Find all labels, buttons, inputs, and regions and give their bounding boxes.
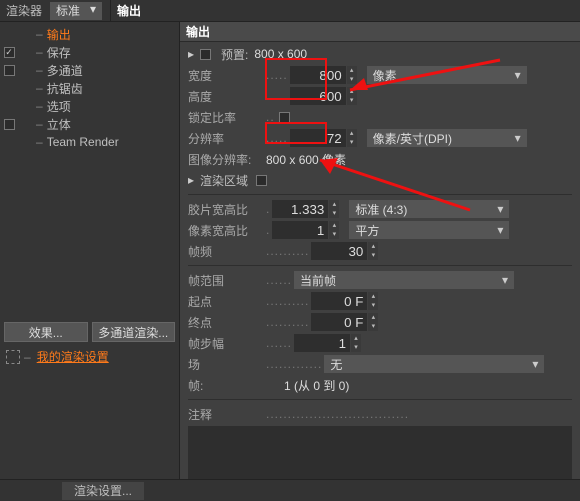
res-label: 分辨率	[188, 130, 264, 147]
fps-input[interactable]	[311, 242, 367, 260]
start-label: 起点	[188, 293, 264, 310]
renderer-label: 渲染器	[0, 2, 48, 19]
pixelaspect-spinner[interactable]	[329, 221, 339, 239]
preset-value: 800 x 600	[252, 47, 307, 61]
preset-checkbox[interactable]	[200, 49, 211, 60]
tree-item-output[interactable]: –输出	[0, 25, 179, 43]
framerange-label: 帧范围	[188, 272, 264, 289]
end-input[interactable]	[311, 313, 367, 331]
height-input[interactable]	[290, 87, 346, 105]
filmaspect-label: 胶片宽高比	[188, 201, 264, 218]
effects-button[interactable]: 效果...	[4, 322, 88, 342]
imgres-value: 800 x 600 像素	[264, 151, 346, 168]
step-input[interactable]	[294, 334, 350, 352]
preset-label: 预置:	[221, 46, 248, 63]
pixelaspect-label: 像素宽高比	[188, 222, 264, 239]
bottom-tab-rendersettings[interactable]: 渲染设置...	[62, 482, 144, 500]
end-label: 终点	[188, 314, 264, 331]
region-label: 渲染区域	[200, 172, 248, 189]
panel-head: 输出	[180, 22, 580, 42]
notes-textarea[interactable]	[188, 426, 572, 479]
field-label: 场	[188, 356, 264, 373]
start-spinner[interactable]	[368, 292, 378, 310]
pixelaspect-select[interactable]: 平方	[349, 221, 509, 239]
multipass-button[interactable]: 多通道渲染...	[92, 322, 176, 342]
width-spinner[interactable]	[347, 66, 357, 84]
field-select[interactable]: 无	[324, 355, 544, 373]
width-input[interactable]	[290, 66, 346, 84]
render-settings-tree: –输出 –保存 –多通道 –抗锯齿 –选项 –立体 –Team Render	[0, 22, 179, 154]
region-checkbox[interactable]	[256, 175, 267, 186]
selection-icon	[6, 350, 20, 364]
lockratio-checkbox[interactable]	[279, 112, 290, 123]
start-input[interactable]	[311, 292, 367, 310]
preset-disclose-icon[interactable]: ▸	[188, 47, 200, 61]
pixelaspect-input[interactable]	[272, 221, 328, 239]
width-unit-select[interactable]: 像素	[367, 66, 527, 84]
tree-item-save[interactable]: –保存	[0, 43, 179, 61]
frames-label: 帧:	[188, 377, 264, 394]
fps-label: 帧频	[188, 243, 264, 260]
checkbox-icon[interactable]	[4, 119, 15, 130]
tree-item-aa[interactable]: –抗锯齿	[0, 79, 179, 97]
filmaspect-spinner[interactable]	[329, 200, 339, 218]
tree-item-options[interactable]: –选项	[0, 97, 179, 115]
my-render-settings-link[interactable]: 我的渲染设置	[37, 348, 109, 365]
notes-label: 注释	[188, 406, 264, 423]
height-label: 高度	[188, 88, 264, 105]
res-spinner[interactable]	[347, 129, 357, 147]
step-spinner[interactable]	[351, 334, 361, 352]
tree-item-teamrender[interactable]: –Team Render	[0, 133, 179, 151]
tree-item-multipass[interactable]: –多通道	[0, 61, 179, 79]
end-spinner[interactable]	[368, 313, 378, 331]
checkbox-icon[interactable]	[4, 47, 15, 58]
res-unit-select[interactable]: 像素/英寸(DPI)	[367, 129, 527, 147]
filmaspect-input[interactable]	[272, 200, 328, 218]
renderer-select[interactable]: 标准	[50, 2, 102, 20]
tree-item-stereo[interactable]: –立体	[0, 115, 179, 133]
width-label: 宽度	[188, 67, 264, 84]
imgres-label: 图像分辨率:	[188, 151, 264, 168]
frames-value: 1 (从 0 到 0)	[282, 377, 349, 394]
checkbox-icon[interactable]	[4, 65, 15, 76]
fps-spinner[interactable]	[368, 242, 378, 260]
height-spinner[interactable]	[347, 87, 357, 105]
region-disclose-icon[interactable]: ▸	[188, 173, 200, 187]
panel-title-top: 输出	[111, 2, 147, 19]
framerange-select[interactable]: 当前帧	[294, 271, 514, 289]
step-label: 帧步幅	[188, 335, 264, 352]
filmaspect-select[interactable]: 标准 (4:3)	[349, 200, 509, 218]
res-input[interactable]	[290, 129, 346, 147]
lockratio-label: 锁定比率	[188, 109, 264, 126]
